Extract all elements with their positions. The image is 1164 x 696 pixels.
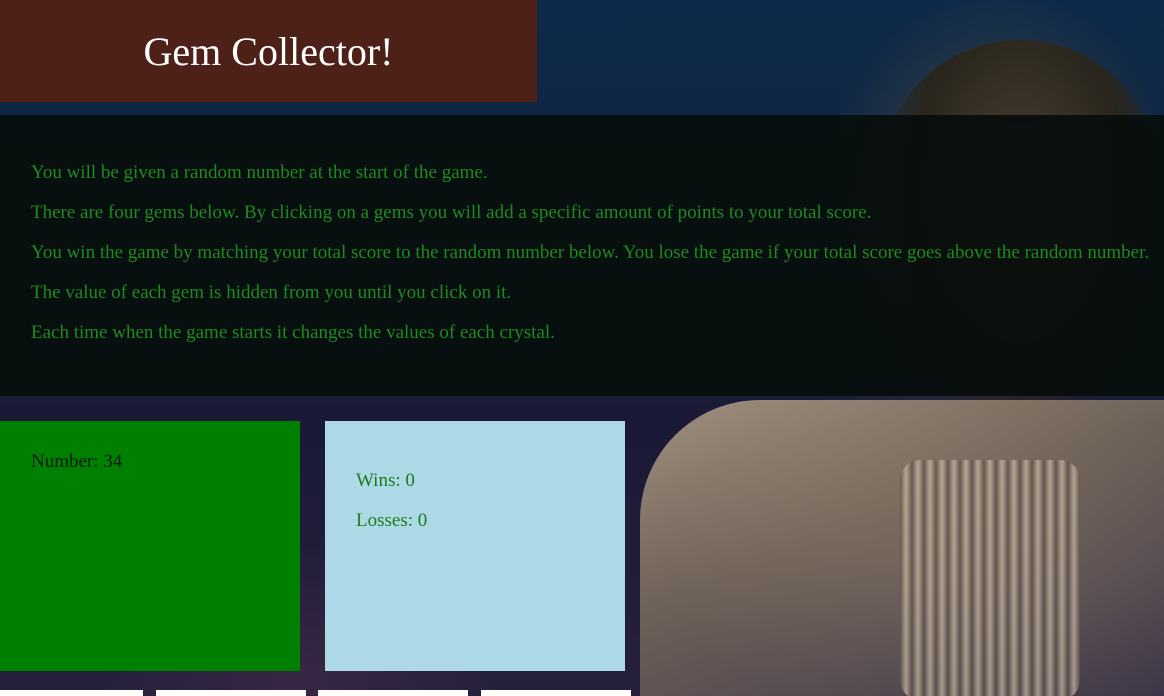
page-title: Gem Collector! xyxy=(143,28,394,74)
wins-count: Wins: 0 xyxy=(356,470,415,491)
instruction-line: Each time when the game starts it change… xyxy=(31,322,555,343)
instructions-panel: You will be given a random number at the… xyxy=(0,115,1164,396)
instruction-line: There are four gems below. By clicking o… xyxy=(31,202,872,223)
gem-button-4[interactable] xyxy=(481,690,631,696)
losses-count: Losses: 0 xyxy=(356,510,428,531)
header: Gem Collector! xyxy=(0,0,537,102)
gem-button-3[interactable] xyxy=(318,690,468,696)
gem-button-1[interactable] xyxy=(0,690,143,696)
instruction-line: You win the game by matching your total … xyxy=(31,242,1150,263)
instruction-line: You will be given a random number at the… xyxy=(31,162,488,183)
scoreboard: Wins: 0 Losses: 0 xyxy=(325,421,625,671)
game-page: Gem Collector! You will be given a rando… xyxy=(0,0,1164,696)
target-number: Number: 34 xyxy=(31,451,123,472)
background-armor xyxy=(640,400,1164,696)
gem-button-2[interactable] xyxy=(156,690,306,696)
background-armor-collar xyxy=(900,460,1080,696)
target-number-box: Number: 34 xyxy=(0,421,300,671)
instruction-line: The value of each gem is hidden from you… xyxy=(31,282,512,303)
